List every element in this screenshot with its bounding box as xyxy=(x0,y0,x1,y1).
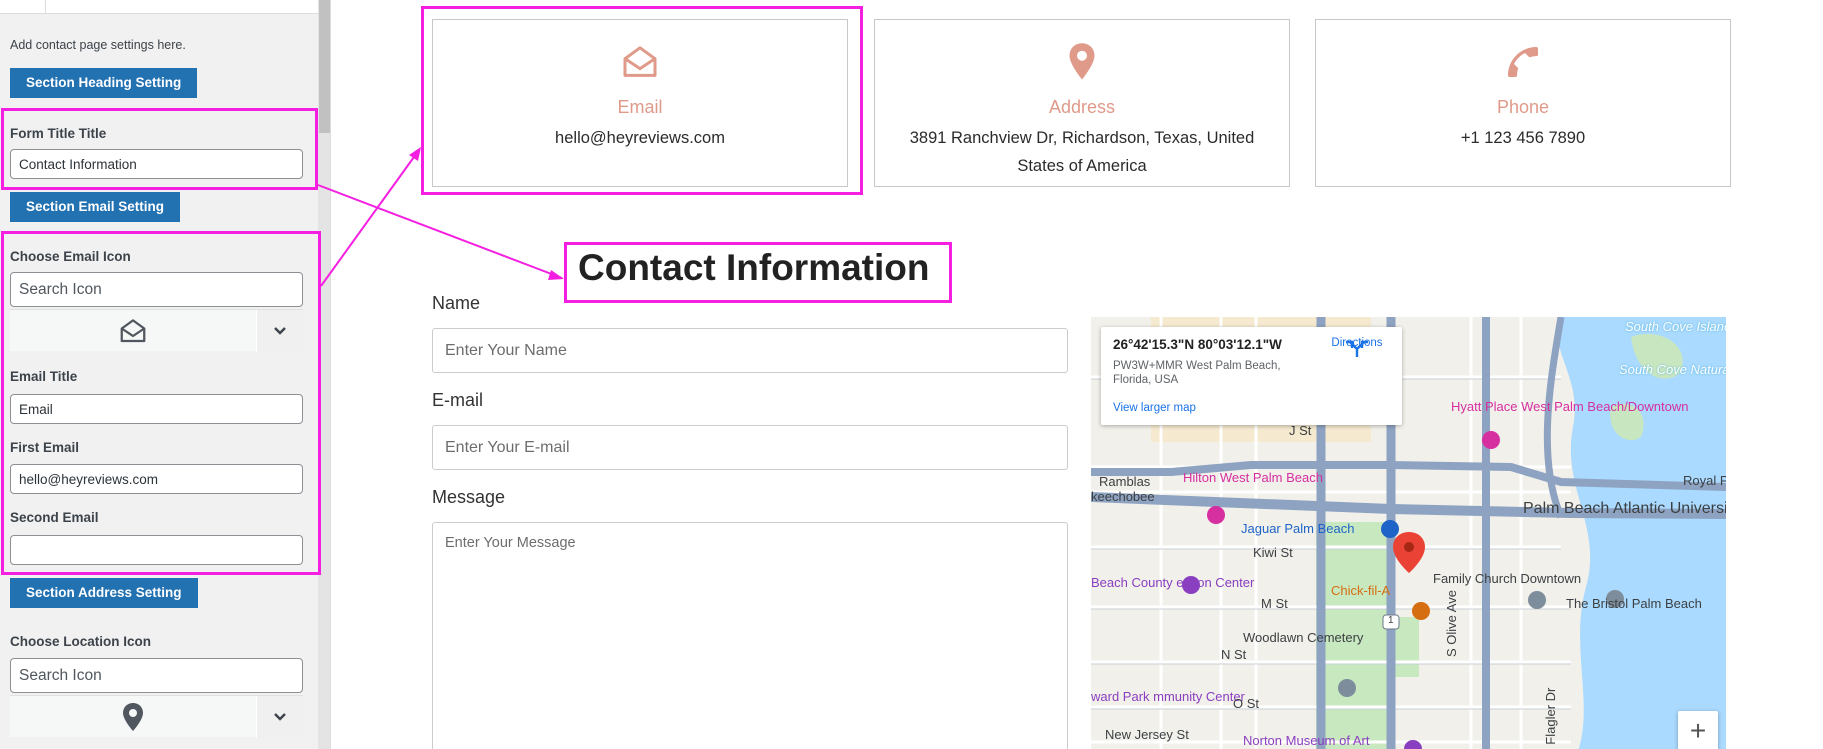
second-email-label: Second Email xyxy=(10,510,99,525)
map-pin-icon xyxy=(1069,43,1095,80)
scrollbar-thumb[interactable] xyxy=(319,0,330,133)
name-label: Name xyxy=(432,293,481,313)
email-card: Email hello@heyreviews.com xyxy=(432,19,848,187)
section-email-setting-button[interactable]: Section Email Setting xyxy=(10,192,181,222)
map-label-o-st: O St xyxy=(1233,696,1260,711)
phone-card-title: Phone xyxy=(1496,97,1550,117)
map-label-palm-beach-atlantic: Palm Beach Atlantic University xyxy=(1523,500,1726,517)
email-title-label: Email Title xyxy=(10,369,78,384)
choose-location-icon-label: Choose Location Icon xyxy=(10,634,152,649)
annotation-arrowhead xyxy=(548,270,564,280)
email-icon-dropdown[interactable] xyxy=(256,310,303,352)
message-label: Message xyxy=(432,487,506,507)
choose-email-icon-label: Choose Email Icon xyxy=(10,249,131,264)
map-label-ward-park: ward Park mmunity Center xyxy=(1091,689,1245,704)
phone-icon xyxy=(1508,47,1538,77)
sidebar-scrollbar[interactable] xyxy=(318,0,330,749)
envelope-open-icon xyxy=(623,46,657,77)
first-email-label: First Email xyxy=(10,440,80,455)
map-label-family-church: Family Church Downtown xyxy=(1433,571,1582,586)
envelope-open-icon xyxy=(120,319,146,343)
map-pin-dot xyxy=(1404,542,1414,552)
email-card-title: Email xyxy=(617,97,663,117)
location-icon-picker[interactable] xyxy=(10,695,303,738)
address-card-text: 3891 Ranchview Dr, Richardson, Texas, Un… xyxy=(909,129,1255,175)
zoom-in-button[interactable]: + xyxy=(1678,711,1718,749)
email-icon-picker[interactable] xyxy=(10,309,303,352)
cemetery-poi-icon[interactable] xyxy=(1338,679,1356,697)
email-title-input[interactable] xyxy=(10,394,303,424)
address-card-icon xyxy=(875,42,1289,82)
map-label-woodlawn: Woodlawn Cemetery xyxy=(1243,630,1364,645)
email-card-text: hello@heyreviews.com xyxy=(555,129,725,147)
name-input[interactable] xyxy=(432,328,1068,373)
annotation-arrow-line xyxy=(320,149,420,287)
map-water xyxy=(1557,317,1726,749)
email-icon-search-input[interactable] xyxy=(10,272,303,307)
hotel-poi-icon[interactable] xyxy=(1207,506,1225,524)
map-label-royal: Royal P xyxy=(1683,473,1726,488)
location-icon-search-input[interactable] xyxy=(10,658,303,693)
first-email-input[interactable] xyxy=(10,464,303,494)
form-title-label: Form Title Title xyxy=(10,126,107,141)
sidebar-top-panel xyxy=(0,0,318,14)
church-poi-icon[interactable] xyxy=(1528,591,1546,609)
map-label-chick: Chick-fil-A xyxy=(1331,583,1391,598)
map-label-south-cove-islands: South Cove Islands xyxy=(1625,319,1726,334)
email-card-icon xyxy=(433,42,847,82)
google-map[interactable]: South Cove Islands South Cove Natural Ar… xyxy=(1091,317,1726,749)
map-label-convention: Beach County ention Center xyxy=(1091,575,1255,590)
map-label-n-st: N St xyxy=(1221,647,1247,662)
annotation-arrowhead xyxy=(409,147,421,161)
location-icon-preview xyxy=(10,696,256,738)
map-label-hyatt: Hyatt Place West Palm Beach/Downtown xyxy=(1451,399,1689,414)
map-label-keechobee: keechobee xyxy=(1091,489,1155,504)
second-email-input[interactable] xyxy=(10,535,303,565)
hotel-poi-icon[interactable] xyxy=(1482,431,1500,449)
view-larger-map-link[interactable]: View larger map xyxy=(1113,402,1196,414)
form-heading: Contact Information xyxy=(578,247,930,288)
email-input[interactable] xyxy=(432,425,1068,470)
directions-icon xyxy=(1346,340,1368,357)
email-icon-preview xyxy=(10,310,256,352)
map-info-card: 26°42'15.3"N 80°03'12.1"W PW3W+MMR West … xyxy=(1101,327,1402,425)
map-pin-marker[interactable] xyxy=(1393,532,1425,573)
map-label-south-cove-area: South Cove Natural Area xyxy=(1619,362,1726,377)
phone-card: Phone +1 123 456 7890 xyxy=(1315,19,1731,187)
map-label-flagler: S Flagler Dr xyxy=(1543,687,1558,749)
chevron-down-icon xyxy=(274,713,286,721)
map-label-hilton: Hilton West Palm Beach xyxy=(1183,470,1323,485)
section-heading-setting-button[interactable]: Section Heading Setting xyxy=(10,68,198,98)
shopping-poi-icon[interactable] xyxy=(1381,520,1399,538)
address-card: Address 3891 Ranchview Dr, Richardson, T… xyxy=(874,19,1290,187)
map-label-j-st: J St xyxy=(1289,423,1312,438)
form-title-input[interactable] xyxy=(10,149,303,179)
map-label-norton: Norton Museum of Art xyxy=(1243,733,1370,748)
map-label-m-st: M St xyxy=(1261,596,1288,611)
map-label-jaguar: Jaguar Palm Beach xyxy=(1241,521,1355,536)
map-address: PW3W+MMR West Palm Beach, Florida, USA xyxy=(1113,360,1281,386)
sidebar-description: Add contact page settings here. xyxy=(10,38,186,52)
restaurant-poi-icon[interactable] xyxy=(1412,602,1430,620)
map-label-olive: S Olive Ave xyxy=(1444,590,1459,657)
annotation-arrow-line xyxy=(317,184,563,279)
map-label-ramblas: Ramblas xyxy=(1099,474,1151,489)
location-icon-dropdown[interactable] xyxy=(256,696,303,738)
settings-sidebar: Add contact page settings here. Section … xyxy=(0,0,331,749)
map-label-bristol: The Bristol Palm Beach xyxy=(1566,596,1702,611)
map-label-new-jersey: New Jersey St xyxy=(1105,727,1189,742)
email-label: E-mail xyxy=(432,390,484,410)
directions-button[interactable]: Directions xyxy=(1325,337,1389,357)
phone-card-icon xyxy=(1316,42,1730,82)
map-coordinates: 26°42'15.3"N 80°03'12.1"W xyxy=(1113,337,1282,352)
map-label-kiwi: Kiwi St xyxy=(1253,545,1293,560)
map-pin-icon xyxy=(123,703,143,731)
address-card-title: Address xyxy=(1048,97,1116,117)
map-label-highway: 1 xyxy=(1388,615,1394,626)
phone-card-text: +1 123 456 7890 xyxy=(1460,129,1586,147)
section-address-setting-button[interactable]: Section Address Setting xyxy=(10,578,198,608)
sidebar-tab[interactable] xyxy=(0,0,46,14)
message-textarea[interactable] xyxy=(432,522,1068,749)
chevron-down-icon xyxy=(274,327,286,335)
